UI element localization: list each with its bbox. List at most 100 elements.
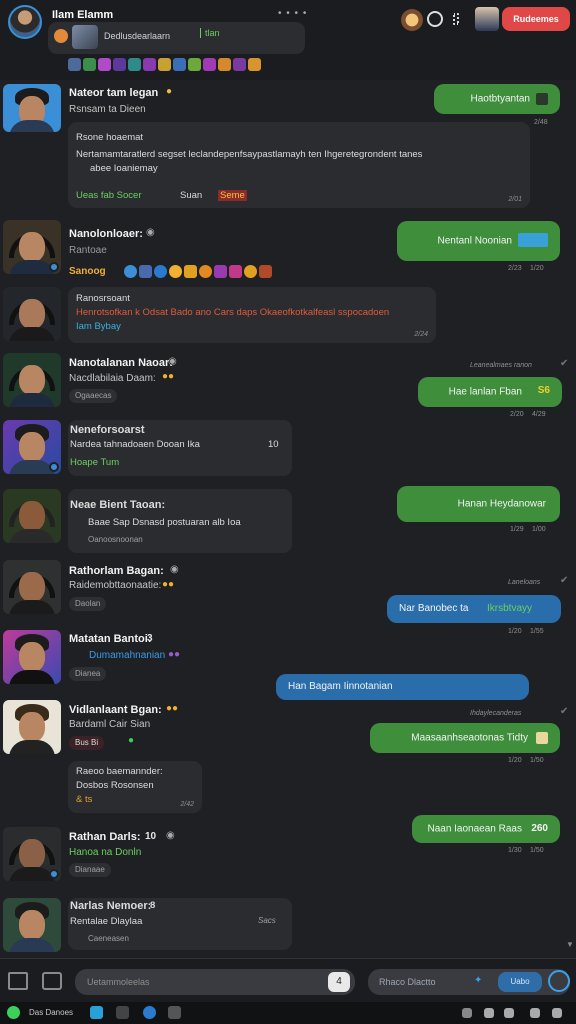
send-button[interactable]: 4 [328,972,350,992]
avatar[interactable] [3,220,61,274]
sparkle-icon[interactable]: ✦ [474,975,482,986]
taskbar-app-label[interactable]: Das Danoes [29,1008,73,1017]
outgoing-message[interactable]: Nentanl Noonian [397,221,560,261]
outgoing-message[interactable]: Naan Iaonaean Raas 260 [412,815,560,843]
start-icon[interactable] [7,1006,20,1019]
card-title: Rsone hoaemat [76,132,144,143]
tray-icon[interactable] [462,1008,472,1018]
message-card[interactable]: Rsone hoaemat Nertamamtaratlerd segset l… [68,122,530,208]
reaction-pill[interactable]: Daolan [69,597,107,611]
pinned-avatar [54,29,68,43]
message-text: Naan Iaonaean Raas [427,823,522,835]
card-footer: Ueas fab Socer [76,190,142,201]
message-time-2: 1/00 [532,526,546,533]
message-text: Maasaanhseaotonas Tidty [411,732,528,744]
reaction-pill[interactable]: Ogaaecas [69,389,118,403]
clock-icon: ◉ [168,356,177,367]
emoji-avatar-icon[interactable] [401,9,423,31]
app-icon[interactable] [90,1006,103,1019]
tray-icon[interactable] [530,1008,540,1018]
tray-icon[interactable] [484,1008,494,1018]
outgoing-message[interactable]: Haotbtyantan [434,84,560,114]
card-body-2: & ts [76,794,93,805]
card-number: 10 [268,439,279,450]
sender-status: Raidemobttaonaatie: [69,580,162,591]
verified-icon [518,233,548,247]
outgoing-message[interactable]: Nar Banobec ta Ikrsbtvayy [387,595,561,623]
message-number: S6 [537,385,550,396]
pinned-message[interactable]: Dedlusdearlaarn tlan [48,22,305,54]
contact-avatar[interactable] [475,7,499,31]
message-card[interactable]: Ranosrsoant Henrotsofkan k Odsat Bado an… [68,287,436,343]
reaction-icon [536,93,548,105]
avatar[interactable] [3,353,61,407]
clock-icon: ◉ [166,830,175,841]
message-time: 1/20 [508,628,522,635]
outgoing-message[interactable]: Han Bagam Iinnotanian [276,674,529,700]
outgoing-message[interactable]: Maasaanhseaotonas Tidty [370,723,560,753]
sender-status: Rantoae [69,245,107,256]
share-icon[interactable]: ✔ [560,706,568,717]
tray-icon[interactable] [552,1008,562,1018]
secondary-button[interactable]: Uabo [498,972,542,992]
more-dots-icon[interactable]: • • • • [278,8,307,19]
name-number: 10 [145,831,157,842]
avatar[interactable] [3,420,61,474]
bell-icon[interactable] [427,11,443,27]
message-card[interactable]: Neae Bient Taoan: Baae Sap Dsnasd postua… [68,489,292,553]
sender-name: Nanotalanan Naoar: [69,357,173,369]
message-card[interactable]: Neneforsoarst Nardea tahnadoaen Dooan Ik… [68,420,292,476]
app-icon[interactable] [116,1006,129,1019]
share-icon[interactable]: ✔ [560,575,568,586]
action-button[interactable]: Rudeemes [502,7,570,31]
message-card[interactable]: Narlas Nemoer: 8 Rentalae Dlaylaa Sacs C… [68,898,292,950]
avatar[interactable] [3,630,61,684]
avatar[interactable] [3,560,61,614]
avatar[interactable] [3,700,61,754]
message-input[interactable]: Uetammoleelas [75,969,355,995]
profile-avatar[interactable] [8,5,42,39]
card-body: Baae Sap Dsnasd postuaran alb Ioa [88,517,241,528]
message-text: Nar Banobec ta [399,603,469,614]
menu-dots-icon[interactable] [453,13,459,25]
avatar[interactable] [3,489,61,543]
message-card[interactable]: Raeoo baemannder: Dosbos Rosonsen & ts 2… [68,761,202,813]
gallery-icon[interactable] [42,972,62,990]
avatar[interactable] [3,84,61,132]
card-body: Nertamamtaratlerd segset leclandepenfsay… [76,149,423,160]
sender-status: Nacdlabilaia Daam: [69,373,156,384]
card-title: Ranosrsoant [76,293,130,304]
reaction-pill[interactable]: Dianaae [69,863,111,877]
avatar[interactable] [3,287,61,341]
tray-icon[interactable] [504,1008,514,1018]
card-body-2: abee Ioaniemay [90,163,158,174]
card-pill: Oanoosnoonan [88,535,143,544]
outgoing-message[interactable]: Hae lanlan Fban S6 [418,377,562,407]
mic-icon[interactable] [548,970,570,992]
message-text: Hanan Heydanowar [457,498,546,510]
card-body-2: Iam Bybay [76,321,121,332]
emoji-icon: ●● [168,649,181,660]
top-bar: Ilam Elamm • • • • Dedlusdearlaarn tlan … [0,0,576,80]
avatar[interactable] [3,827,61,881]
avatar[interactable] [3,898,61,952]
attach-icon[interactable] [8,972,28,990]
message-time-2: 1/50 [530,847,544,854]
scroll-down-icon[interactable]: ▼ [566,940,574,954]
message-text: Nentanl Noonian [437,235,513,247]
app-icon[interactable] [143,1006,156,1019]
message-time: 2/20 [510,411,524,418]
message-meta: Laneloans [508,579,541,586]
share-icon[interactable]: ✔ [560,358,568,369]
taskbar: Das Danoes [0,1002,576,1024]
card-time: 2/42 [180,801,194,808]
reaction-pill[interactable]: Dianea [69,667,107,681]
card-right: Sacs [258,916,276,925]
card-body: Dosbos Rosonsen [76,780,154,791]
message-text: Hae lanlan Fban [448,386,522,398]
outgoing-message[interactable]: Hanan Heydanowar [397,486,560,522]
reaction-strip[interactable] [68,58,261,71]
app-icon[interactable] [168,1006,181,1019]
reaction-pill[interactable]: Bus Bi [69,736,105,750]
message-text-2: Ikrsbtvayy [487,603,533,614]
